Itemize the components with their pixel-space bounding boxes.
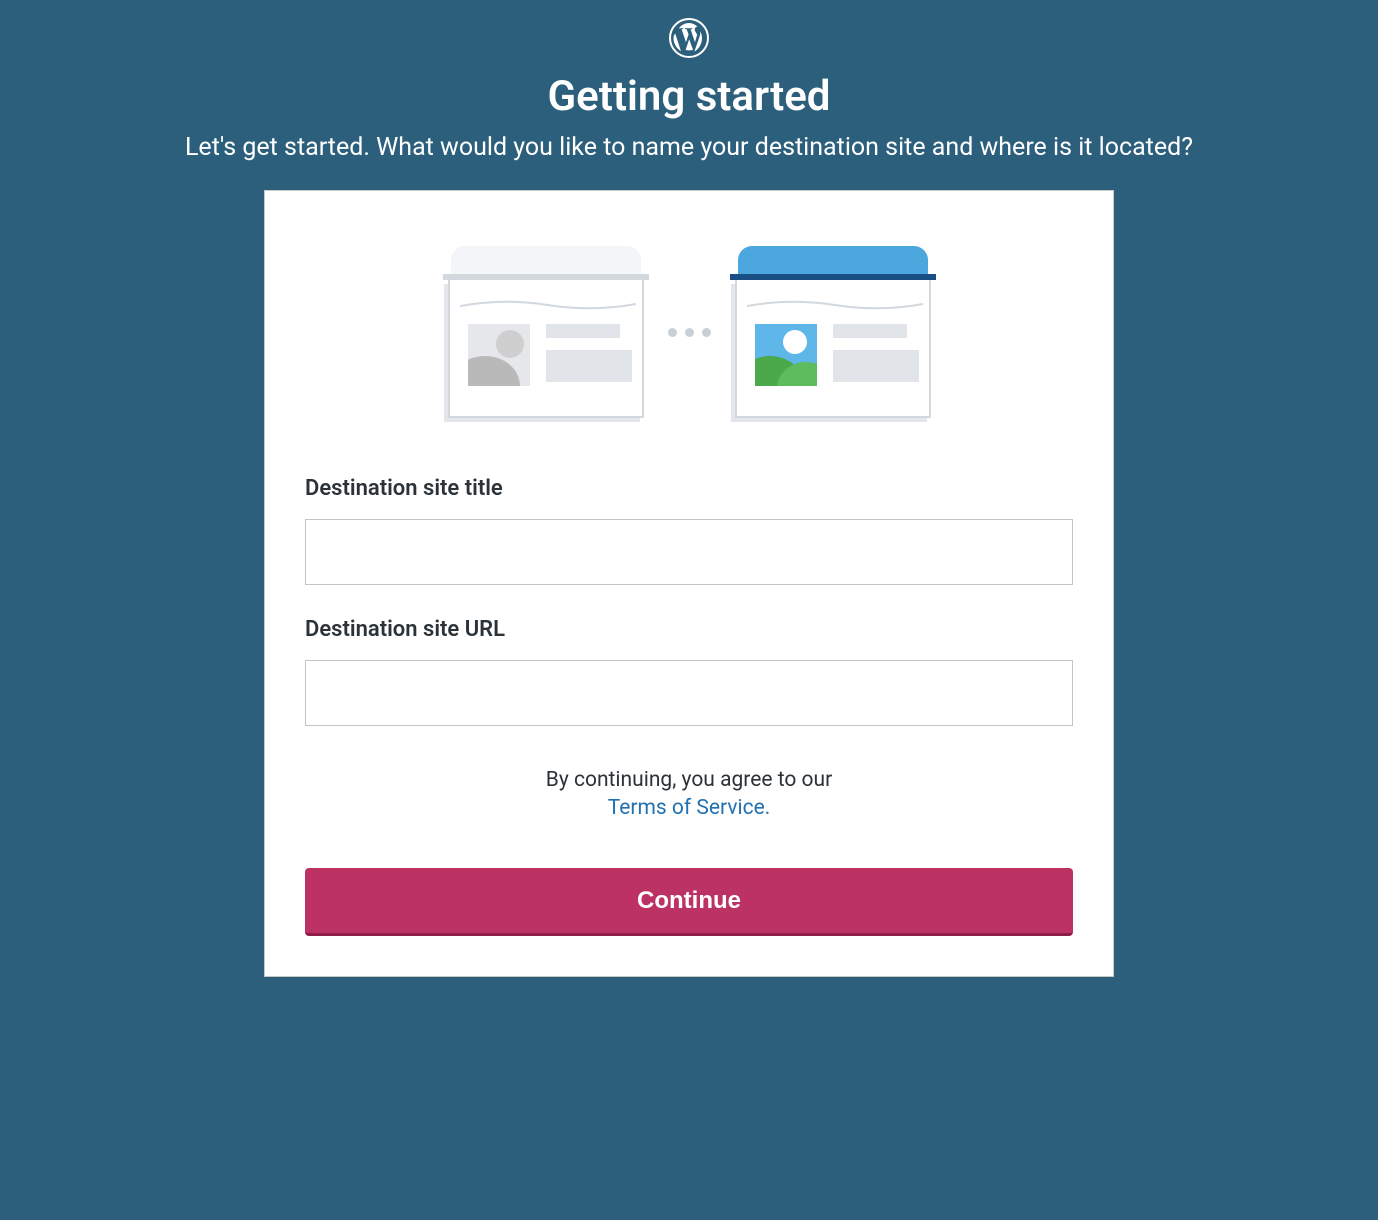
wordpress-logo-icon	[669, 18, 709, 62]
site-title-group: Destination site title	[305, 476, 1073, 585]
page-title: Getting started	[548, 72, 831, 121]
transfer-dots-icon	[668, 328, 711, 337]
image-placeholder-icon	[755, 324, 817, 386]
page-subtitle: Let's get started. What would you like t…	[185, 133, 1193, 162]
site-url-label: Destination site URL	[305, 617, 1073, 642]
site-url-input[interactable]	[305, 660, 1073, 726]
site-url-group: Destination site URL	[305, 617, 1073, 726]
continue-button[interactable]: Continue	[305, 868, 1073, 936]
terms-of-service-link[interactable]: Terms of Service.	[305, 796, 1073, 820]
setup-card: Destination site title Destination site …	[264, 190, 1114, 977]
source-site-mockup	[444, 246, 648, 418]
destination-site-mockup	[731, 246, 935, 418]
site-title-input[interactable]	[305, 519, 1073, 585]
terms-prefix-text: By continuing, you agree to our	[305, 768, 1073, 792]
image-placeholder-icon	[468, 324, 530, 386]
site-title-label: Destination site title	[305, 476, 1073, 501]
page-container: Getting started Let's get started. What …	[0, 0, 1378, 977]
migration-illustration	[305, 246, 1073, 418]
